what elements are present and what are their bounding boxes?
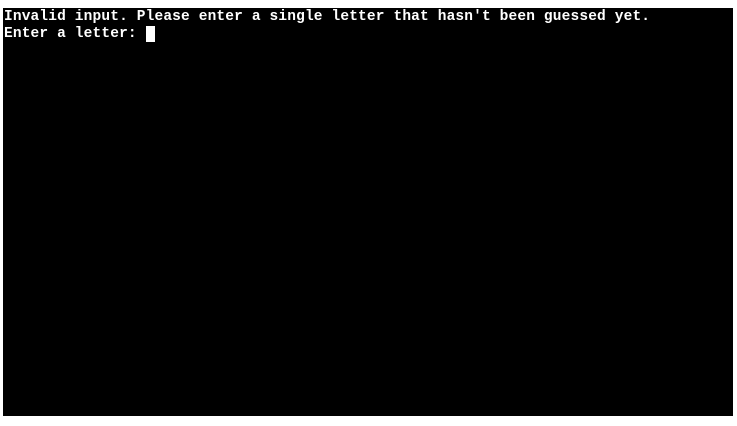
text-cursor: [145, 25, 155, 42]
terminal-window[interactable]: Invalid input. Please enter a single let…: [3, 8, 733, 416]
terminal-output-line: Invalid input. Please enter a single let…: [4, 9, 651, 25]
input-prompt: Enter a letter:: [4, 26, 146, 42]
input-prompt-line[interactable]: Enter a letter:: [4, 25, 732, 43]
